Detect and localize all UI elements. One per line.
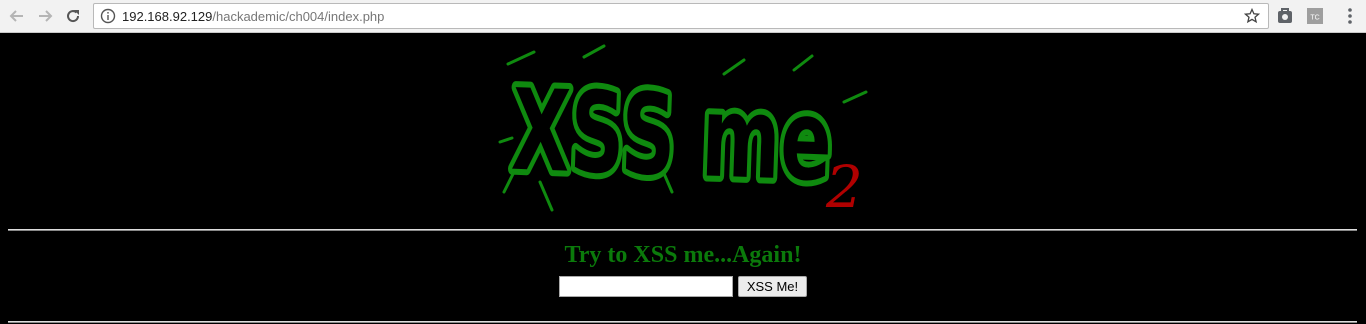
url-text[interactable]: 192.168.92.129/hackademic/ch004/index.ph…	[122, 9, 384, 24]
url-path: /hackademic/ch004/index.php	[212, 9, 385, 24]
logo-text: XSS me	[510, 66, 834, 207]
xss-me-2-logo: XSS me 2	[498, 44, 868, 214]
reload-icon	[67, 10, 80, 23]
back-button[interactable]	[6, 6, 28, 26]
puzzle-extension-icon[interactable]	[1276, 7, 1294, 25]
arrow-left-icon	[9, 10, 23, 22]
tc-extension-icon[interactable]: TC	[1306, 7, 1324, 25]
bottom-divider	[8, 321, 1357, 323]
page-heading: Try to XSS me...Again!	[564, 242, 802, 268]
url-host: 192.168.92.129	[122, 9, 213, 24]
reload-button[interactable]	[62, 6, 84, 26]
logo-subscript: 2	[825, 153, 863, 214]
star-icon[interactable]	[1244, 8, 1260, 24]
xss-me-button[interactable]: XSS Me!	[738, 276, 807, 297]
svg-text:TC: TC	[1310, 15, 1319, 22]
three-dots-menu-icon[interactable]	[1343, 7, 1357, 25]
info-icon[interactable]	[100, 8, 116, 24]
browser-toolbar: 192.168.92.129/hackademic/ch004/index.ph…	[0, 0, 1366, 33]
top-divider	[8, 229, 1357, 231]
forward-button[interactable]	[34, 6, 56, 26]
page-content: XSS me 2 Try to XSS me...Again! XSS Me!	[0, 34, 1366, 324]
xss-input[interactable]	[559, 276, 733, 297]
address-bar[interactable]: 192.168.92.129/hackademic/ch004/index.ph…	[93, 3, 1269, 29]
arrow-right-icon	[39, 10, 53, 22]
